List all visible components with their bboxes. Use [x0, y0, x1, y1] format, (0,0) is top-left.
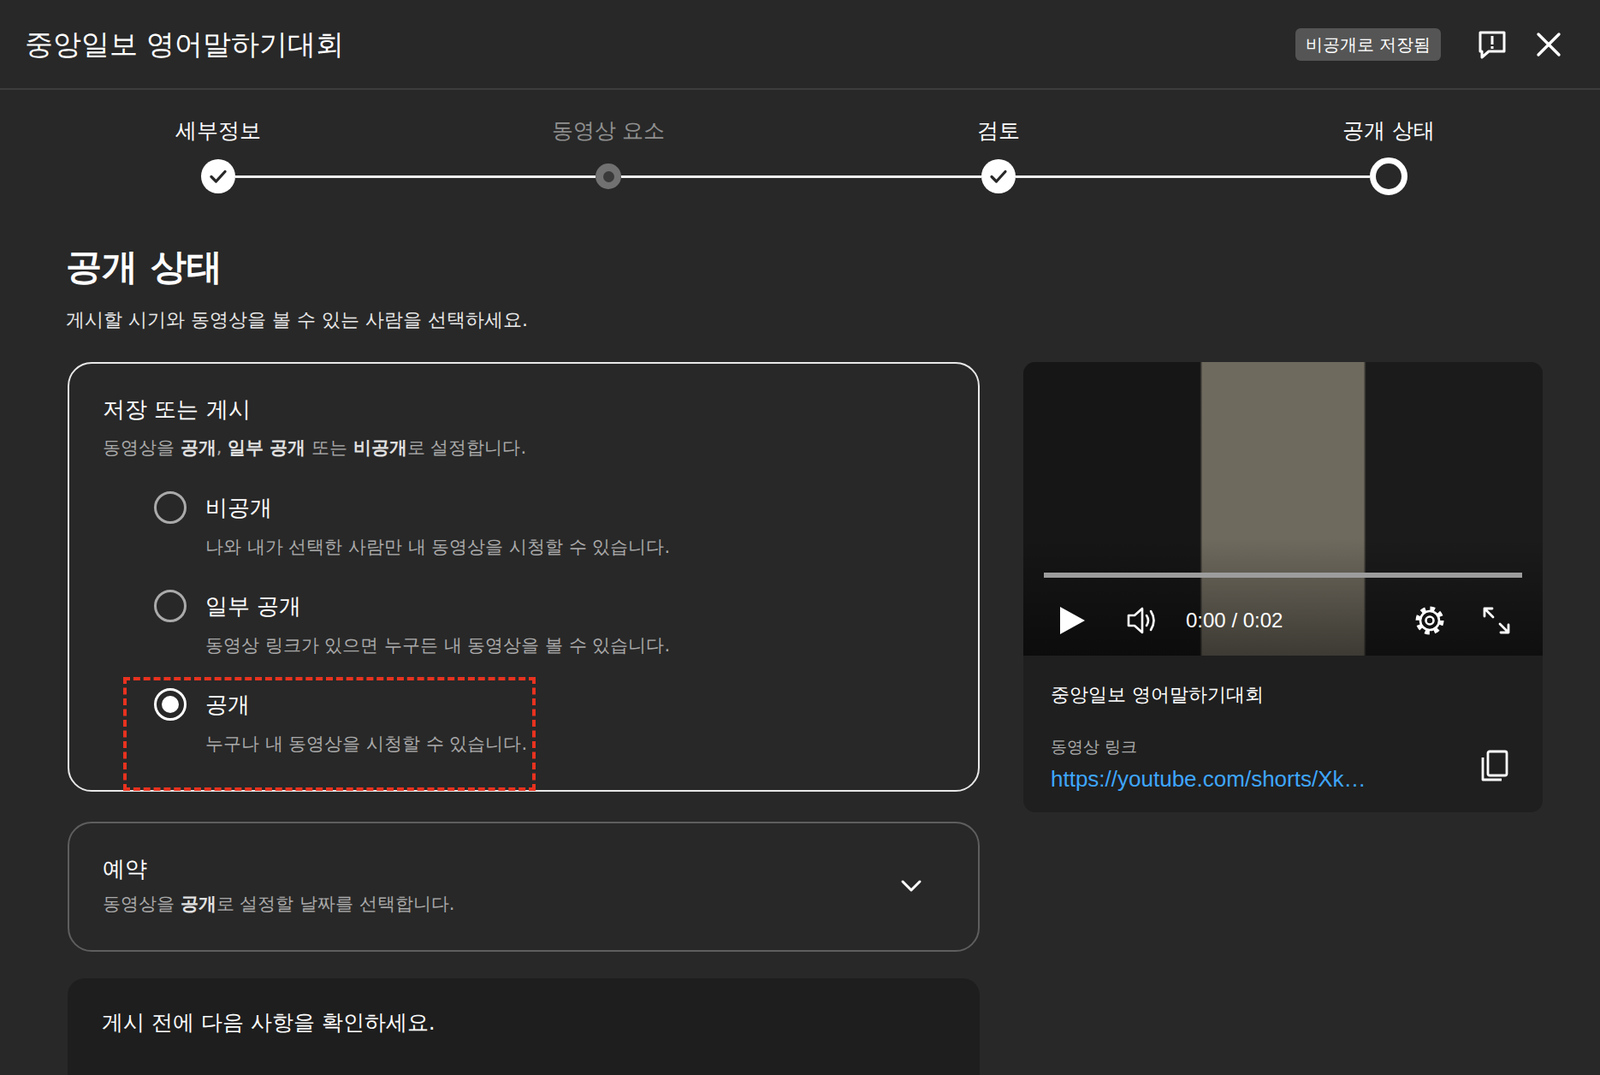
save-or-publish-card: 저장 또는 게시동영상을 공개, 일부 공개 또는 비공개로 설정합니다. 비공개… — [67, 361, 980, 792]
card-description: 동영상을 공개, 일부 공개 또는 비공개로 설정합니다. — [102, 434, 944, 461]
pre-publish-checklist: 게시 전에 다음 사항을 확인하세요. — [67, 977, 980, 1075]
chevron-down-icon — [896, 871, 926, 901]
play-button[interactable] — [1057, 604, 1087, 636]
expand-button[interactable] — [890, 865, 932, 907]
radio-button[interactable] — [154, 491, 187, 524]
video-frame[interactable]: 0:00 / 0:02 — [1023, 361, 1543, 656]
step-line — [803, 175, 982, 178]
header-actions: 비공개로 저장됨 — [1295, 22, 1571, 67]
gear-icon — [1412, 603, 1447, 638]
settings-button[interactable] — [1412, 603, 1447, 638]
video-link[interactable]: https://youtube.com/shorts/Xk… — [1050, 764, 1367, 794]
check-icon — [988, 165, 1009, 187]
video-preview: 0:00 / 0:02 중앙일보 영어말하기대회동영상 링크 https://you… — [1023, 361, 1543, 812]
radio-button[interactable] — [154, 589, 187, 623]
step-label: 검토 — [977, 117, 1020, 145]
visibility-option[interactable]: 비공개나와 내가 선택한 사람만 내 동영상을 시청할 수 있습니다. — [154, 492, 670, 560]
step-label: 동영상 요소 — [551, 117, 666, 145]
step-track — [1193, 158, 1584, 195]
fullscreen-button[interactable] — [1481, 604, 1512, 636]
step-pending-dot — [595, 163, 622, 190]
copy-button[interactable] — [1479, 748, 1511, 783]
highlight-box — [123, 676, 536, 791]
volume-icon — [1125, 604, 1161, 637]
visibility-option[interactable]: 공개누구나 내 동영상을 시청할 수 있습니다. — [154, 689, 528, 757]
step-done-dot — [201, 159, 236, 194]
option-label: 일부 공개 — [205, 591, 670, 621]
page-subtitle: 게시할 시기와 동영상을 볼 수 있는 사람을 선택하세요. — [65, 307, 1543, 333]
play-icon — [1057, 604, 1087, 636]
step-line — [413, 175, 596, 178]
step[interactable]: 공개 상태 — [1193, 117, 1584, 195]
option-description: 나와 내가 선택한 사람만 내 동영상을 시청할 수 있습니다. — [205, 533, 670, 560]
video-title: 중앙일보 영어말하기대회 — [1050, 681, 1511, 708]
step[interactable]: 동영상 요소 — [413, 117, 804, 195]
option-label: 비공개 — [205, 492, 670, 522]
feedback-button[interactable] — [1469, 22, 1515, 67]
step-current-dot — [1369, 157, 1408, 196]
dialog-title: 중앙일보 영어말하기대회 — [24, 26, 345, 63]
schedule-card[interactable]: 예약동영상을 공개로 설정할 날짜를 선택합니다. — [67, 821, 980, 952]
step-line — [1015, 175, 1194, 178]
step[interactable]: 세부정보 — [23, 117, 414, 195]
visibility-page: 공개 상태게시할 시기와 동영상을 볼 수 있는 사람을 선택하세요. 저장 또는… — [0, 245, 1600, 1075]
stepper: 세부정보 동영상 요소 검토 공개 상태 — [0, 89, 1600, 195]
fullscreen-icon — [1481, 604, 1512, 636]
save-status-badge: 비공개로 저장됨 — [1295, 28, 1441, 61]
card-title: 예약 — [102, 853, 455, 883]
step[interactable]: 검토 — [803, 117, 1194, 195]
close-icon — [1533, 29, 1565, 60]
dialog-header: 중앙일보 영어말하기대회 비공개로 저장됨 — [0, 0, 1600, 90]
radio-button[interactable] — [154, 687, 187, 721]
page-heading: 공개 상태 — [65, 245, 1543, 289]
checklist-title: 게시 전에 다음 사항을 확인하세요. — [101, 1007, 946, 1038]
progress-bar[interactable] — [1043, 572, 1523, 578]
step-track — [23, 158, 414, 195]
step-track — [803, 158, 1194, 195]
option-description: 누구나 내 동영상을 시청할 수 있습니다. — [205, 730, 528, 757]
step-line — [1193, 175, 1370, 178]
copy-icon — [1479, 748, 1511, 783]
feedback-icon — [1475, 27, 1510, 62]
upload-dialog: 중앙일보 영어말하기대회비공개로 저장됨세부정보동영상 요소검토공개 상태공개 … — [0, 0, 1600, 1075]
option-description: 동영상 링크가 있으면 누구든 내 동영상을 볼 수 있습니다. — [205, 632, 670, 658]
close-button[interactable] — [1526, 22, 1571, 67]
step-label: 세부정보 — [175, 117, 261, 145]
visibility-option[interactable]: 일부 공개동영상 링크가 있으면 누구든 내 동영상을 볼 수 있습니다. — [154, 591, 670, 658]
card-title: 저장 또는 게시 — [102, 394, 944, 424]
step-label: 공개 상태 — [1342, 117, 1435, 145]
step-line — [235, 175, 414, 178]
volume-button[interactable] — [1125, 604, 1161, 637]
visibility-options: 비공개나와 내가 선택한 사람만 내 동영상을 시청할 수 있습니다. 일부 공개… — [102, 492, 944, 757]
step-done-dot — [981, 159, 1016, 194]
time-display: 0:00 / 0:02 — [1185, 607, 1283, 634]
check-icon — [207, 165, 229, 187]
link-label: 동영상 링크 — [1050, 734, 1511, 758]
card-description: 동영상을 공개로 설정할 날짜를 선택합니다. — [102, 890, 455, 917]
step-line — [621, 175, 804, 178]
option-label: 공개 — [205, 689, 528, 719]
player-controls: 0:00 / 0:02 — [1057, 602, 1512, 639]
step-track — [413, 158, 804, 195]
